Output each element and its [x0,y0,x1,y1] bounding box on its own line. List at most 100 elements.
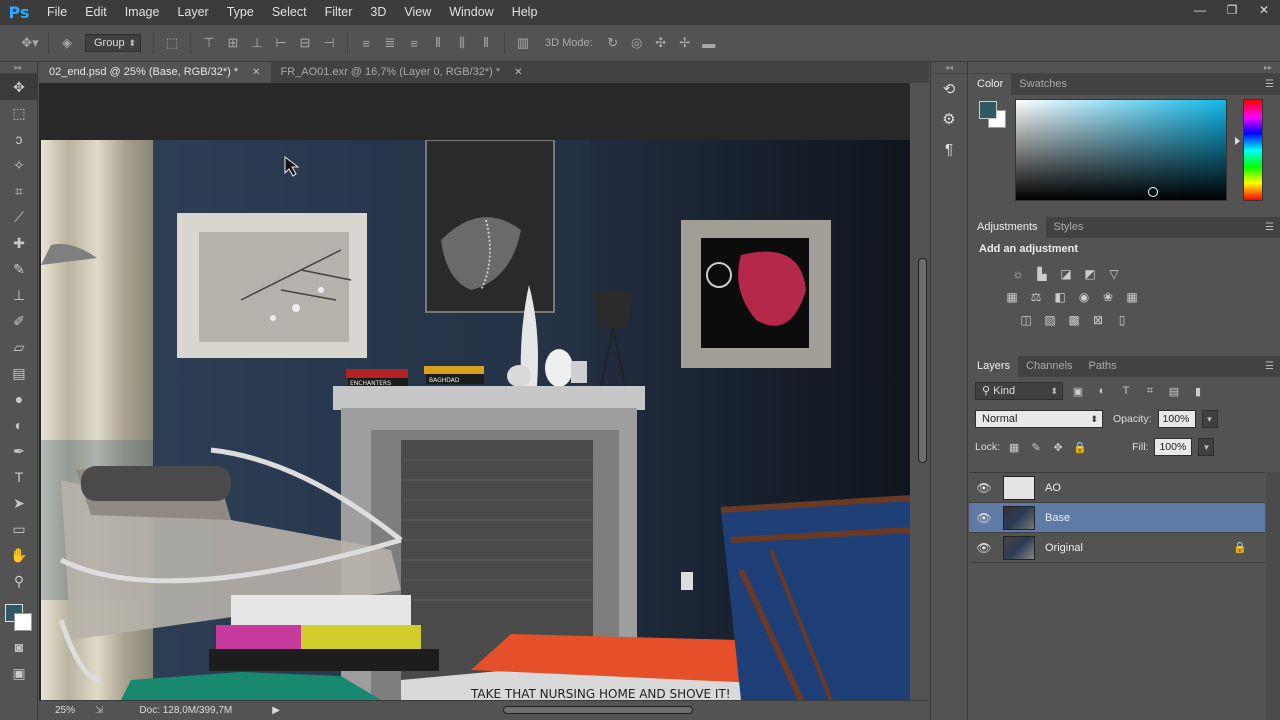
color-balance-icon[interactable]: ⚖ [1027,288,1045,306]
type-filter-icon[interactable]: T [1117,382,1135,400]
screen-mode-icon[interactable]: ▣ [0,660,38,686]
tab-02-end[interactable]: 02_end.psd @ 25% (Base, RGB/32*) * ✕ [39,62,271,83]
type-tool-icon[interactable]: T [0,464,38,490]
path-selection-tool-icon[interactable]: ➤ [0,490,38,516]
pixel-filter-icon[interactable]: ▣ [1069,382,1087,400]
zoom-tool-icon[interactable]: ⚲ [0,568,38,594]
minimize-button[interactable]: — [1184,0,1216,20]
tab-paths[interactable]: Paths [1081,356,1125,377]
menu-image[interactable]: Image [116,0,169,25]
vertical-scrollbar[interactable] [910,83,928,700]
tab-adjustments[interactable]: Adjustments [969,217,1046,238]
color-picker-ring[interactable] [1148,187,1158,197]
status-menu-arrow[interactable]: ▶ [272,705,280,716]
layers-scrollbar[interactable] [1266,472,1280,720]
auto-select-layers-icon[interactable]: ◈ [55,31,79,55]
layer-row-base[interactable]: 👁 Base [969,503,1265,533]
strip-grip[interactable]: ◂◂ [931,62,967,74]
selective-color-icon[interactable]: ⊠ [1089,311,1107,329]
tab-styles[interactable]: Styles [1046,217,1092,238]
align-top-icon[interactable]: ⊤ [197,31,221,55]
align-hcenter-icon[interactable]: ⊟ [293,31,317,55]
rectangle-tool-icon[interactable]: ▭ [0,516,38,542]
menu-file[interactable]: File [38,0,76,25]
visibility-eye-icon[interactable]: 👁 [969,481,999,495]
layer-row-ao[interactable]: 👁 AO [969,473,1265,503]
distribute-hcenter-icon[interactable]: ⫼ [450,31,474,55]
move-tool-icon[interactable]: ✥ [0,74,38,100]
visibility-eye-icon[interactable]: 👁 [969,541,999,555]
distribute-bottom-icon[interactable]: ≡ [402,31,426,55]
panel-menu-icon[interactable]: ☰ [1265,74,1274,95]
filter-toggle-icon[interactable]: ▮ [1189,382,1207,400]
close-icon[interactable]: ✕ [252,62,260,83]
distribute-vcenter-icon[interactable]: ≣ [378,31,402,55]
marquee-tool-icon[interactable]: ⬚ [0,100,38,126]
blur-tool-icon[interactable]: ● [0,386,38,412]
menu-view[interactable]: View [395,0,440,25]
menu-3d[interactable]: 3D [361,0,395,25]
lock-pixels-icon[interactable]: ✎ [1028,439,1044,455]
scroll-thumb[interactable] [918,258,927,463]
align-bottom-icon[interactable]: ⊥ [245,31,269,55]
gradient-tool-icon[interactable]: ▤ [0,360,38,386]
roll-3d-icon[interactable]: ◎ [625,31,649,55]
layer-row-original[interactable]: 👁 Original 🔒 [969,533,1265,563]
panel-collapse-grip[interactable]: ▸▸ [969,62,1280,74]
blend-mode-dropdown[interactable]: Normal [975,410,1103,428]
pen-tool-icon[interactable]: ✒ [0,438,38,464]
invert-icon[interactable]: ◫ [1017,311,1035,329]
lock-position-icon[interactable]: ✥ [1050,439,1066,455]
layer-name[interactable]: Original [1045,542,1083,554]
threshold-icon[interactable]: ▩ [1065,311,1083,329]
color-field[interactable] [1015,99,1227,201]
layer-name[interactable]: AO [1045,482,1061,494]
lock-all-icon[interactable]: 🔒 [1072,439,1088,455]
opacity-slider-button[interactable]: ▼ [1201,410,1218,428]
slide-3d-icon[interactable]: ✢ [673,31,697,55]
kind-filter-dropdown[interactable]: ⚲ Kind [975,382,1063,400]
menu-window[interactable]: Window [440,0,502,25]
canvas-area[interactable]: ENCHANTERS BAGHDAD TAKE THAT NURSING HOM… [39,83,910,700]
align-vcenter-icon[interactable]: ⊞ [221,31,245,55]
scroll-thumb[interactable] [503,706,693,714]
menu-select[interactable]: Select [263,0,316,25]
fill-slider-button[interactable]: ▼ [1198,438,1215,456]
tab-swatches[interactable]: Swatches [1011,74,1075,95]
drag-3d-icon[interactable]: ✣ [649,31,673,55]
shape-filter-icon[interactable]: ⌗ [1141,382,1159,400]
photo-filter-icon[interactable]: ◉ [1075,288,1093,306]
document-canvas[interactable]: ENCHANTERS BAGHDAD TAKE THAT NURSING HOM… [41,140,910,700]
healing-brush-tool-icon[interactable]: ✚ [0,230,38,256]
brightness-contrast-icon[interactable]: ☼ [1009,265,1027,283]
tab-fr-ao01[interactable]: FR_AO01.exr @ 16,7% (Layer 0, RGB/32*) *… [271,62,533,83]
restore-button[interactable]: ❐ [1216,0,1248,20]
channel-mixer-icon[interactable]: ❀ [1099,288,1117,306]
crop-tool-icon[interactable]: ⌗ [0,178,38,204]
scale-3d-icon[interactable]: ▬ [697,31,721,55]
tab-channels[interactable]: Channels [1018,356,1080,377]
foreground-color-swatch[interactable] [979,101,997,119]
history-panel-icon[interactable]: ⟲ [931,74,967,104]
panel-menu-icon[interactable]: ☰ [1265,356,1274,377]
auto-select-dropdown[interactable]: Group [85,34,141,52]
hue-saturation-icon[interactable]: ▦ [1003,288,1021,306]
tools-grip[interactable]: ▸▸ [0,62,37,74]
menu-edit[interactable]: Edit [76,0,116,25]
distribute-top-icon[interactable]: ≡ [354,31,378,55]
character-panel-icon[interactable]: ¶ [931,134,967,164]
properties-panel-icon[interactable]: ⚙ [931,104,967,134]
clone-stamp-tool-icon[interactable]: ⊥ [0,282,38,308]
quick-mask-icon[interactable]: ◙ [0,634,38,660]
tab-layers[interactable]: Layers [969,356,1019,377]
gradient-map-icon[interactable]: ▯ [1113,311,1131,329]
panel-menu-icon[interactable]: ☰ [1265,217,1274,238]
hand-tool-icon[interactable]: ✋ [0,542,38,568]
visibility-eye-icon[interactable]: 👁 [969,511,999,525]
menu-layer[interactable]: Layer [168,0,217,25]
brush-tool-icon[interactable]: ✎ [0,256,38,282]
fill-field[interactable]: 100% [1154,438,1193,456]
eyedropper-tool-icon[interactable]: ⟋ [0,204,38,230]
history-brush-tool-icon[interactable]: ✐ [0,308,38,334]
transform-controls-icon[interactable]: ⬚ [160,31,184,55]
